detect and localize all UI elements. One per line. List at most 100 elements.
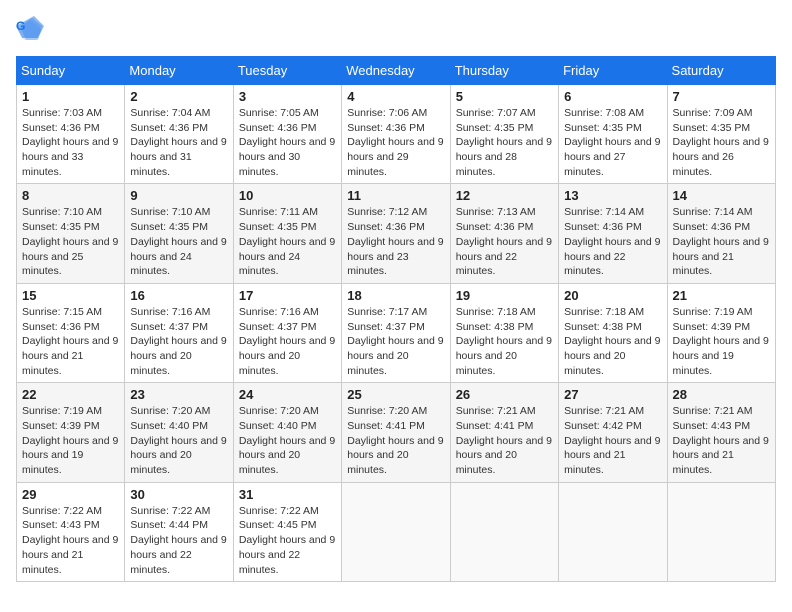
day-info: Sunrise: 7:03 AM Sunset: 4:36 PM Dayligh… <box>22 106 119 179</box>
calendar-day-cell: 17 Sunrise: 7:16 AM Sunset: 4:37 PM Dayl… <box>233 283 341 382</box>
day-number: 26 <box>456 387 553 402</box>
calendar-day-cell: 30 Sunrise: 7:22 AM Sunset: 4:44 PM Dayl… <box>125 482 233 581</box>
day-number: 17 <box>239 288 336 303</box>
day-number: 4 <box>347 89 444 104</box>
calendar-table: SundayMondayTuesdayWednesdayThursdayFrid… <box>16 56 776 582</box>
calendar-day-cell: 29 Sunrise: 7:22 AM Sunset: 4:43 PM Dayl… <box>17 482 125 581</box>
day-number: 28 <box>673 387 770 402</box>
weekday-header: Saturday <box>667 57 775 85</box>
calendar-day-cell: 11 Sunrise: 7:12 AM Sunset: 4:36 PM Dayl… <box>342 184 450 283</box>
day-number: 7 <box>673 89 770 104</box>
day-info: Sunrise: 7:22 AM Sunset: 4:45 PM Dayligh… <box>239 504 336 577</box>
calendar-body: 1 Sunrise: 7:03 AM Sunset: 4:36 PM Dayli… <box>17 85 776 582</box>
day-info: Sunrise: 7:11 AM Sunset: 4:35 PM Dayligh… <box>239 205 336 278</box>
day-number: 6 <box>564 89 661 104</box>
calendar-day-cell: 7 Sunrise: 7:09 AM Sunset: 4:35 PM Dayli… <box>667 85 775 184</box>
weekday-header: Friday <box>559 57 667 85</box>
day-number: 16 <box>130 288 227 303</box>
logo: G <box>16 16 48 44</box>
day-number: 24 <box>239 387 336 402</box>
day-number: 10 <box>239 188 336 203</box>
day-number: 22 <box>22 387 119 402</box>
day-info: Sunrise: 7:18 AM Sunset: 4:38 PM Dayligh… <box>456 305 553 378</box>
day-number: 1 <box>22 89 119 104</box>
calendar-day-cell: 4 Sunrise: 7:06 AM Sunset: 4:36 PM Dayli… <box>342 85 450 184</box>
day-info: Sunrise: 7:08 AM Sunset: 4:35 PM Dayligh… <box>564 106 661 179</box>
day-info: Sunrise: 7:21 AM Sunset: 4:41 PM Dayligh… <box>456 404 553 477</box>
day-info: Sunrise: 7:10 AM Sunset: 4:35 PM Dayligh… <box>22 205 119 278</box>
day-info: Sunrise: 7:10 AM Sunset: 4:35 PM Dayligh… <box>130 205 227 278</box>
weekday-header: Thursday <box>450 57 558 85</box>
day-info: Sunrise: 7:04 AM Sunset: 4:36 PM Dayligh… <box>130 106 227 179</box>
calendar-week-row: 8 Sunrise: 7:10 AM Sunset: 4:35 PM Dayli… <box>17 184 776 283</box>
calendar-week-row: 22 Sunrise: 7:19 AM Sunset: 4:39 PM Dayl… <box>17 383 776 482</box>
calendar-day-cell: 25 Sunrise: 7:20 AM Sunset: 4:41 PM Dayl… <box>342 383 450 482</box>
calendar-day-cell: 20 Sunrise: 7:18 AM Sunset: 4:38 PM Dayl… <box>559 283 667 382</box>
day-number: 5 <box>456 89 553 104</box>
logo-icon: G <box>16 16 44 44</box>
day-info: Sunrise: 7:19 AM Sunset: 4:39 PM Dayligh… <box>673 305 770 378</box>
calendar-day-cell: 24 Sunrise: 7:20 AM Sunset: 4:40 PM Dayl… <box>233 383 341 482</box>
day-info: Sunrise: 7:16 AM Sunset: 4:37 PM Dayligh… <box>130 305 227 378</box>
day-number: 8 <box>22 188 119 203</box>
calendar-day-cell: 9 Sunrise: 7:10 AM Sunset: 4:35 PM Dayli… <box>125 184 233 283</box>
calendar-day-cell <box>342 482 450 581</box>
calendar-day-cell: 12 Sunrise: 7:13 AM Sunset: 4:36 PM Dayl… <box>450 184 558 283</box>
day-number: 18 <box>347 288 444 303</box>
day-info: Sunrise: 7:14 AM Sunset: 4:36 PM Dayligh… <box>673 205 770 278</box>
day-info: Sunrise: 7:20 AM Sunset: 4:40 PM Dayligh… <box>130 404 227 477</box>
day-info: Sunrise: 7:20 AM Sunset: 4:40 PM Dayligh… <box>239 404 336 477</box>
day-info: Sunrise: 7:17 AM Sunset: 4:37 PM Dayligh… <box>347 305 444 378</box>
day-info: Sunrise: 7:06 AM Sunset: 4:36 PM Dayligh… <box>347 106 444 179</box>
day-number: 12 <box>456 188 553 203</box>
calendar-week-row: 29 Sunrise: 7:22 AM Sunset: 4:43 PM Dayl… <box>17 482 776 581</box>
weekday-header: Tuesday <box>233 57 341 85</box>
day-number: 20 <box>564 288 661 303</box>
day-info: Sunrise: 7:13 AM Sunset: 4:36 PM Dayligh… <box>456 205 553 278</box>
calendar-day-cell: 23 Sunrise: 7:20 AM Sunset: 4:40 PM Dayl… <box>125 383 233 482</box>
calendar-day-cell: 2 Sunrise: 7:04 AM Sunset: 4:36 PM Dayli… <box>125 85 233 184</box>
calendar-day-cell <box>667 482 775 581</box>
calendar-day-cell: 5 Sunrise: 7:07 AM Sunset: 4:35 PM Dayli… <box>450 85 558 184</box>
day-info: Sunrise: 7:05 AM Sunset: 4:36 PM Dayligh… <box>239 106 336 179</box>
day-info: Sunrise: 7:09 AM Sunset: 4:35 PM Dayligh… <box>673 106 770 179</box>
calendar-day-cell: 21 Sunrise: 7:19 AM Sunset: 4:39 PM Dayl… <box>667 283 775 382</box>
calendar-day-cell: 8 Sunrise: 7:10 AM Sunset: 4:35 PM Dayli… <box>17 184 125 283</box>
calendar-day-cell: 19 Sunrise: 7:18 AM Sunset: 4:38 PM Dayl… <box>450 283 558 382</box>
page-header: G <box>16 16 776 44</box>
day-info: Sunrise: 7:20 AM Sunset: 4:41 PM Dayligh… <box>347 404 444 477</box>
day-info: Sunrise: 7:14 AM Sunset: 4:36 PM Dayligh… <box>564 205 661 278</box>
calendar-day-cell: 6 Sunrise: 7:08 AM Sunset: 4:35 PM Dayli… <box>559 85 667 184</box>
calendar-day-cell: 26 Sunrise: 7:21 AM Sunset: 4:41 PM Dayl… <box>450 383 558 482</box>
day-number: 25 <box>347 387 444 402</box>
day-number: 30 <box>130 487 227 502</box>
day-number: 29 <box>22 487 119 502</box>
day-number: 31 <box>239 487 336 502</box>
day-number: 13 <box>564 188 661 203</box>
calendar-day-cell: 13 Sunrise: 7:14 AM Sunset: 4:36 PM Dayl… <box>559 184 667 283</box>
day-info: Sunrise: 7:18 AM Sunset: 4:38 PM Dayligh… <box>564 305 661 378</box>
weekday-header: Monday <box>125 57 233 85</box>
day-number: 11 <box>347 188 444 203</box>
calendar-day-cell: 16 Sunrise: 7:16 AM Sunset: 4:37 PM Dayl… <box>125 283 233 382</box>
calendar-day-cell: 18 Sunrise: 7:17 AM Sunset: 4:37 PM Dayl… <box>342 283 450 382</box>
day-info: Sunrise: 7:22 AM Sunset: 4:43 PM Dayligh… <box>22 504 119 577</box>
day-info: Sunrise: 7:22 AM Sunset: 4:44 PM Dayligh… <box>130 504 227 577</box>
calendar-header-row: SundayMondayTuesdayWednesdayThursdayFrid… <box>17 57 776 85</box>
calendar-day-cell <box>559 482 667 581</box>
calendar-week-row: 1 Sunrise: 7:03 AM Sunset: 4:36 PM Dayli… <box>17 85 776 184</box>
day-info: Sunrise: 7:19 AM Sunset: 4:39 PM Dayligh… <box>22 404 119 477</box>
weekday-header: Sunday <box>17 57 125 85</box>
day-number: 3 <box>239 89 336 104</box>
calendar-day-cell: 22 Sunrise: 7:19 AM Sunset: 4:39 PM Dayl… <box>17 383 125 482</box>
day-number: 14 <box>673 188 770 203</box>
calendar-day-cell: 27 Sunrise: 7:21 AM Sunset: 4:42 PM Dayl… <box>559 383 667 482</box>
day-number: 9 <box>130 188 227 203</box>
day-number: 27 <box>564 387 661 402</box>
day-number: 21 <box>673 288 770 303</box>
weekday-header: Wednesday <box>342 57 450 85</box>
day-number: 2 <box>130 89 227 104</box>
day-number: 15 <box>22 288 119 303</box>
day-info: Sunrise: 7:07 AM Sunset: 4:35 PM Dayligh… <box>456 106 553 179</box>
day-number: 19 <box>456 288 553 303</box>
